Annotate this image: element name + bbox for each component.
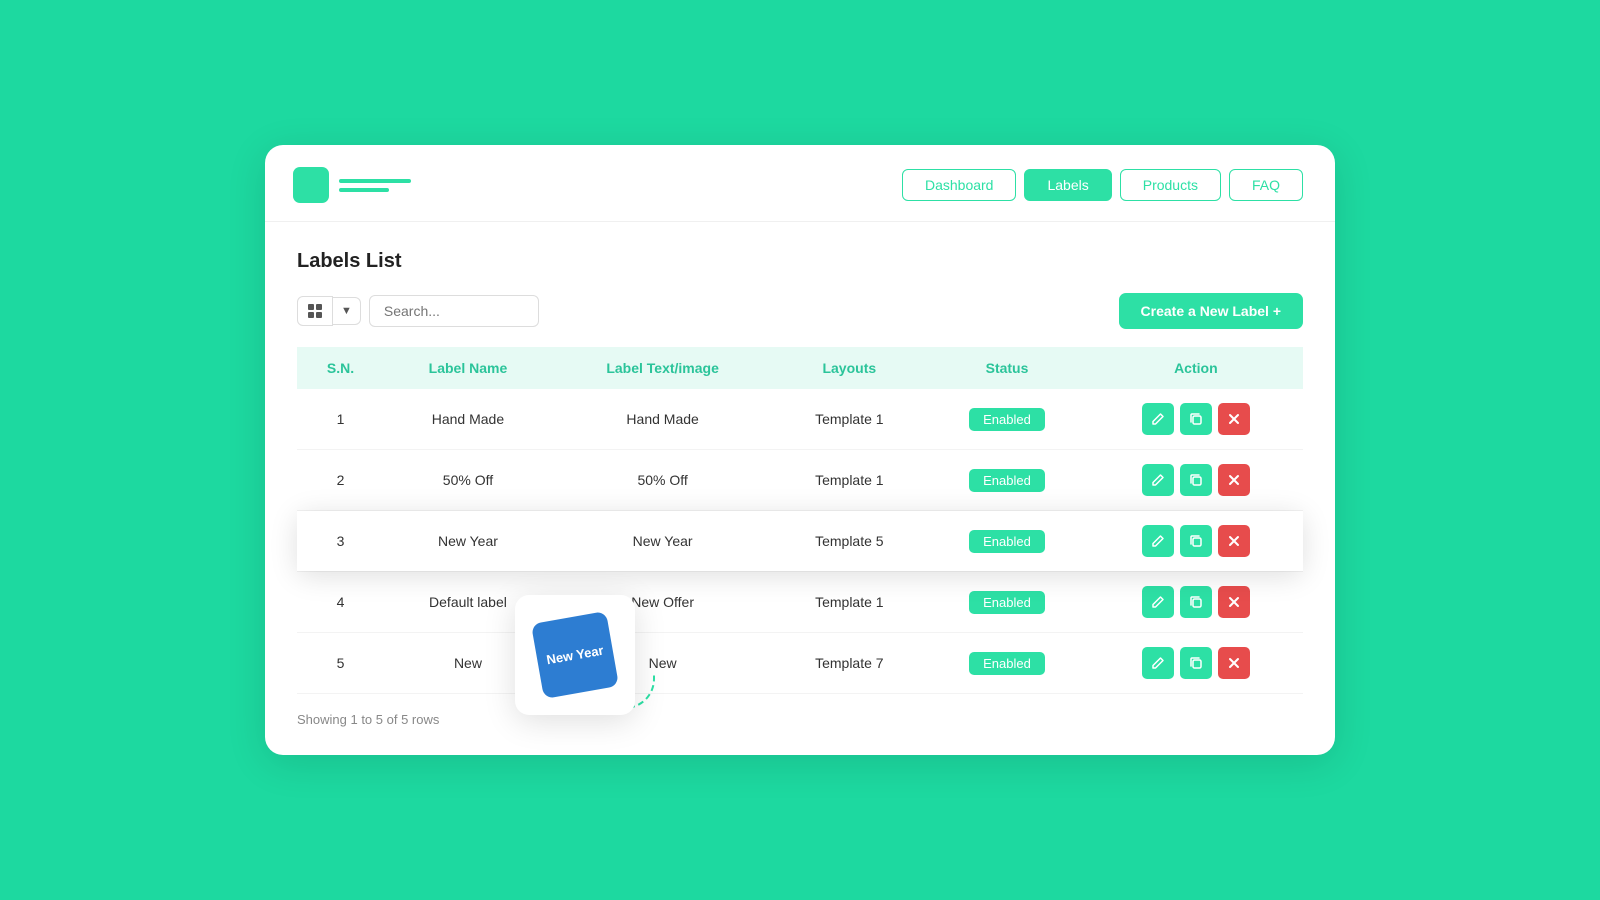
status-badge: Enabled	[969, 591, 1045, 614]
table-footer: Showing 1 to 5 of 5 rows	[297, 712, 1303, 727]
action-buttons	[1103, 586, 1289, 618]
cell-action	[1089, 450, 1303, 511]
cell-layout: Template 1	[773, 572, 925, 633]
toolbar: ▼ Create a New Label +	[297, 293, 1303, 329]
app-card: Dashboard Labels Products FAQ Labels Lis…	[265, 145, 1335, 755]
cell-action	[1089, 511, 1303, 572]
cell-sn: 3	[297, 511, 384, 572]
nav-dashboard[interactable]: Dashboard	[902, 169, 1017, 201]
nav: Dashboard Labels Products FAQ	[902, 169, 1303, 201]
edit-button[interactable]	[1142, 464, 1174, 496]
col-status: Status	[925, 347, 1088, 389]
status-badge: Enabled	[969, 408, 1045, 431]
copy-button[interactable]	[1180, 403, 1212, 435]
cell-status: Enabled	[925, 389, 1088, 450]
page-title: Labels List	[297, 250, 1303, 273]
cell-layout: Template 7	[773, 633, 925, 694]
cell-sn: 4	[297, 572, 384, 633]
col-action: Action	[1089, 347, 1303, 389]
cell-label-text: New Year	[552, 511, 773, 572]
action-buttons	[1103, 403, 1289, 435]
ribbon: New Year	[533, 613, 617, 697]
cell-sn: 2	[297, 450, 384, 511]
col-label-name: Label Name	[384, 347, 552, 389]
cell-status: Enabled	[925, 633, 1088, 694]
cell-layout: Template 1	[773, 450, 925, 511]
grid-view-button[interactable]	[297, 296, 333, 326]
cell-action	[1089, 572, 1303, 633]
table-row: 3 New Year New Year Template 5 Enabled	[297, 511, 1303, 572]
nav-faq[interactable]: FAQ	[1229, 169, 1303, 201]
cell-status: Enabled	[925, 511, 1088, 572]
cell-status: Enabled	[925, 450, 1088, 511]
delete-button[interactable]	[1218, 525, 1250, 557]
labels-table: S.N. Label Name Label Text/image Layouts…	[297, 347, 1303, 694]
view-dropdown-button[interactable]: ▼	[333, 297, 361, 325]
cell-label-text: Hand Made	[552, 389, 773, 450]
cell-sn: 5	[297, 633, 384, 694]
col-layouts: Layouts	[773, 347, 925, 389]
delete-button[interactable]	[1218, 647, 1250, 679]
status-badge: Enabled	[969, 530, 1045, 553]
action-buttons	[1103, 464, 1289, 496]
table-row: 1 Hand Made Hand Made Template 1 Enabled	[297, 389, 1303, 450]
table-row: 4 Default label New Offer Template 1 Ena…	[297, 572, 1303, 633]
cell-sn: 1	[297, 389, 384, 450]
action-buttons	[1103, 647, 1289, 679]
table-row: 2 50% Off 50% Off Template 1 Enabled	[297, 450, 1303, 511]
table-wrap: S.N. Label Name Label Text/image Layouts…	[297, 347, 1303, 694]
logo-line-1	[339, 179, 411, 183]
edit-button[interactable]	[1142, 403, 1174, 435]
toolbar-left: ▼	[297, 295, 539, 327]
cell-layout: Template 1	[773, 389, 925, 450]
grid-icon	[308, 304, 322, 318]
copy-button[interactable]	[1180, 464, 1212, 496]
table-header-row: S.N. Label Name Label Text/image Layouts…	[297, 347, 1303, 389]
edit-button[interactable]	[1142, 586, 1174, 618]
logo-lines	[339, 179, 411, 192]
cell-action	[1089, 633, 1303, 694]
edit-button[interactable]	[1142, 525, 1174, 557]
action-buttons	[1103, 525, 1289, 557]
delete-button[interactable]	[1218, 586, 1250, 618]
delete-button[interactable]	[1218, 464, 1250, 496]
search-input[interactable]	[369, 295, 539, 327]
cell-action	[1089, 389, 1303, 450]
nav-products[interactable]: Products	[1120, 169, 1221, 201]
table-row: 5 New New Template 7 Enabled	[297, 633, 1303, 694]
cell-label-name: Hand Made	[384, 389, 552, 450]
cell-label-name: New Year	[384, 511, 552, 572]
header: Dashboard Labels Products FAQ	[265, 145, 1335, 222]
nav-labels[interactable]: Labels	[1024, 169, 1111, 201]
cell-layout: Template 5	[773, 511, 925, 572]
create-label-button[interactable]: Create a New Label +	[1119, 293, 1303, 329]
cell-label-name: 50% Off	[384, 450, 552, 511]
main-content: Labels List ▼ Create a New Label +	[265, 222, 1335, 755]
status-badge: Enabled	[969, 469, 1045, 492]
copy-button[interactable]	[1180, 647, 1212, 679]
delete-button[interactable]	[1218, 403, 1250, 435]
status-badge: Enabled	[969, 652, 1045, 675]
cell-label-text: 50% Off	[552, 450, 773, 511]
logo-line-2	[339, 188, 389, 192]
copy-button[interactable]	[1180, 525, 1212, 557]
col-label-text: Label Text/image	[552, 347, 773, 389]
cell-status: Enabled	[925, 572, 1088, 633]
edit-button[interactable]	[1142, 647, 1174, 679]
col-sn: S.N.	[297, 347, 384, 389]
logo-block	[293, 167, 886, 203]
label-preview-card: New Year	[515, 595, 635, 715]
copy-button[interactable]	[1180, 586, 1212, 618]
logo-square	[293, 167, 329, 203]
